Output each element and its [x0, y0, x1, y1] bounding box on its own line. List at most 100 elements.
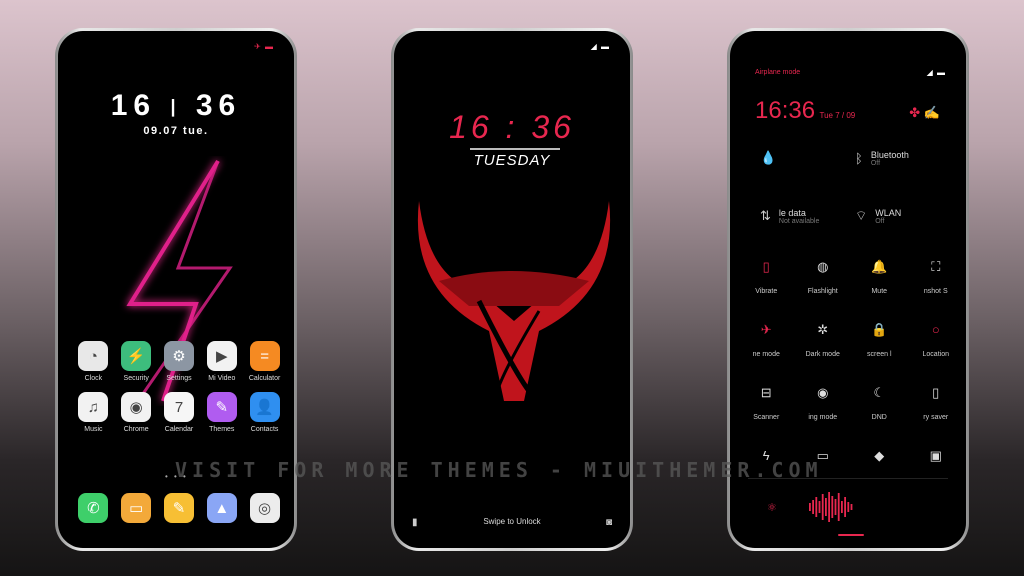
toggle-icon: 🔔	[871, 259, 888, 274]
app-contacts[interactable]: 👤 Contacts	[243, 392, 286, 433]
cc-clock: 16:36 Tue 7 / 09	[755, 97, 855, 125]
toggle-mute[interactable]: 🔔 Mute	[851, 259, 908, 322]
airplane-mode-label: Airplane mode	[755, 69, 801, 76]
wave-bar	[812, 500, 814, 514]
tile-bluetooth[interactable]: ᛒ Bluetooth Off	[855, 143, 950, 173]
app-music[interactable]: ♫ Music	[72, 392, 115, 433]
wave-bar	[818, 501, 821, 513]
toggle-dnd[interactable]: ☾ DND	[851, 385, 908, 448]
notes-icon: ✎	[163, 493, 194, 523]
cc-time: 16:36	[755, 97, 816, 124]
toggle-label: DND	[871, 414, 887, 421]
toggle-ing-mode[interactable]: ◉ ing mode	[795, 385, 852, 448]
chrome-icon: ◉	[121, 392, 152, 422]
hours: 16	[110, 89, 157, 122]
tile-status: Off	[870, 159, 881, 167]
edit-icons[interactable]: ✤ ✍	[909, 105, 940, 121]
app-messages[interactable]: ▭	[115, 493, 158, 523]
toggle-icon: ◆	[874, 448, 885, 463]
lock-clock: 16 : 36	[449, 109, 575, 145]
theme-icon[interactable]: ⚛	[767, 501, 777, 514]
app-notes[interactable]: ✎	[158, 493, 201, 523]
toggle-dark-mode[interactable]: ✲ Dark mode	[795, 322, 852, 385]
toggle-icon: ✈	[760, 322, 772, 337]
app-clock[interactable]: ◔ Clock	[72, 341, 115, 382]
clock-widget[interactable]: 16 | 36	[58, 89, 294, 123]
swipe-to-unlock[interactable]: Swipe to Unlock	[394, 517, 630, 526]
toggle-label: ne mode	[752, 351, 780, 358]
toggle-ne-mode[interactable]: ✈ ne mode	[738, 322, 795, 385]
date-label: 09.07 tue.	[143, 125, 209, 137]
wifi-icon: ⌔	[855, 208, 868, 223]
contacts-icon: 👤	[249, 392, 280, 422]
toggle-nshot-s[interactable]: ⛶ nshot S	[908, 259, 965, 322]
wave-bar	[841, 501, 843, 513]
toggle-label: screen l	[866, 351, 892, 358]
phone-icon: ✆	[78, 493, 109, 523]
app-label: Security	[123, 375, 149, 382]
app-calculator[interactable]: = Calculator	[243, 341, 286, 382]
app-security[interactable]: ⚡ Security	[115, 341, 158, 382]
toggle-tile-14[interactable]: ◆	[851, 448, 908, 511]
music-icon: ♫	[78, 392, 109, 422]
camera-icon: ◎	[249, 493, 280, 523]
tile-text: Bluetooth Off	[871, 150, 909, 167]
toggle-label: ing mode	[808, 414, 838, 421]
tile-data-saver[interactable]: 💧	[760, 143, 855, 173]
app-chrome[interactable]: ◉ Chrome	[115, 392, 158, 433]
toggle-vibrate[interactable]: ▯ Vibrate	[738, 259, 795, 322]
toggle-icon: ▣	[929, 448, 942, 463]
app-label: Clock	[84, 375, 103, 382]
app-label: Mi Video	[208, 375, 236, 382]
app-themes[interactable]: ✎ Themes	[200, 392, 243, 433]
app-label: Calendar	[164, 426, 194, 433]
toggle-label: Dark mode	[805, 351, 840, 358]
toggle-scanner[interactable]: ⊟ Scanner	[738, 385, 795, 448]
big-tiles: 💧 ᛒ Bluetooth Off ⇅ le data Not available ⌔ WLAN…	[760, 143, 950, 231]
cc-date: Tue 7 / 09	[819, 111, 856, 120]
app-calendar[interactable]: 7 Calendar	[158, 392, 201, 433]
app-settings[interactable]: ⚙ Settings	[158, 341, 201, 382]
toggle-icon: ◍	[817, 259, 829, 274]
watermark: VISIT FOR MORE THEMES - MIUITHEMER.COM	[175, 458, 823, 482]
toggle-icon: ▯	[932, 385, 940, 400]
app-label: Music	[84, 426, 103, 433]
toggle-tile-15[interactable]: ▣	[908, 448, 965, 511]
wave-bar	[821, 494, 824, 520]
wave-bar	[847, 502, 850, 512]
app-grid: ◔ Clock ⚡ Security ⚙ Settings ▶ Mi Video = Calcul…	[72, 341, 286, 433]
toggle-label: Scanner	[753, 414, 780, 421]
camera-icon[interactable]: ◙	[606, 517, 612, 528]
tile-status: Off	[875, 217, 885, 225]
toggle-location[interactable]: ○ Location	[908, 322, 965, 385]
app-gallery[interactable]: ▲	[200, 493, 243, 523]
app-mi-video[interactable]: ▶ Mi Video	[200, 341, 243, 382]
toggle-ry-saver[interactable]: ▯ ry saver	[908, 385, 965, 448]
app-camera[interactable]: ◎	[243, 493, 286, 523]
separator: |	[170, 96, 182, 117]
clock-icon: ◔	[78, 341, 109, 371]
bull-skull-wallpaper	[417, 201, 611, 401]
home-indicator[interactable]	[838, 534, 864, 536]
app-label: Contacts	[250, 426, 279, 433]
tile-title: Bluetooth	[870, 149, 909, 160]
toggle-icon: ○	[931, 322, 940, 337]
status-icons: ◢ ▬	[590, 42, 610, 51]
tile-wlan[interactable]: ⌔ WLAN Off	[855, 201, 950, 231]
toggle-label: ry saver	[923, 414, 949, 421]
toggle-flashlight[interactable]: ◍ Flashlight	[795, 259, 852, 322]
themes-icon: ✎	[206, 392, 237, 422]
tile-le-data[interactable]: ⇅ le data Not available	[760, 201, 855, 231]
wave-bar	[831, 496, 834, 518]
app-phone[interactable]: ✆	[72, 493, 115, 523]
toggle-screen-l[interactable]: 🔒 screen l	[851, 322, 908, 385]
wave-bar	[825, 498, 827, 516]
tile-title: le data	[778, 207, 806, 218]
play-icon: ▶	[206, 341, 237, 371]
wave-bar	[837, 493, 840, 521]
minutes: 36	[195, 89, 242, 122]
toggle-icon: ✲	[817, 322, 829, 337]
toggle-icon: ◉	[817, 385, 829, 400]
wave-bar	[815, 497, 818, 517]
toggle-label: Mute	[871, 288, 888, 295]
